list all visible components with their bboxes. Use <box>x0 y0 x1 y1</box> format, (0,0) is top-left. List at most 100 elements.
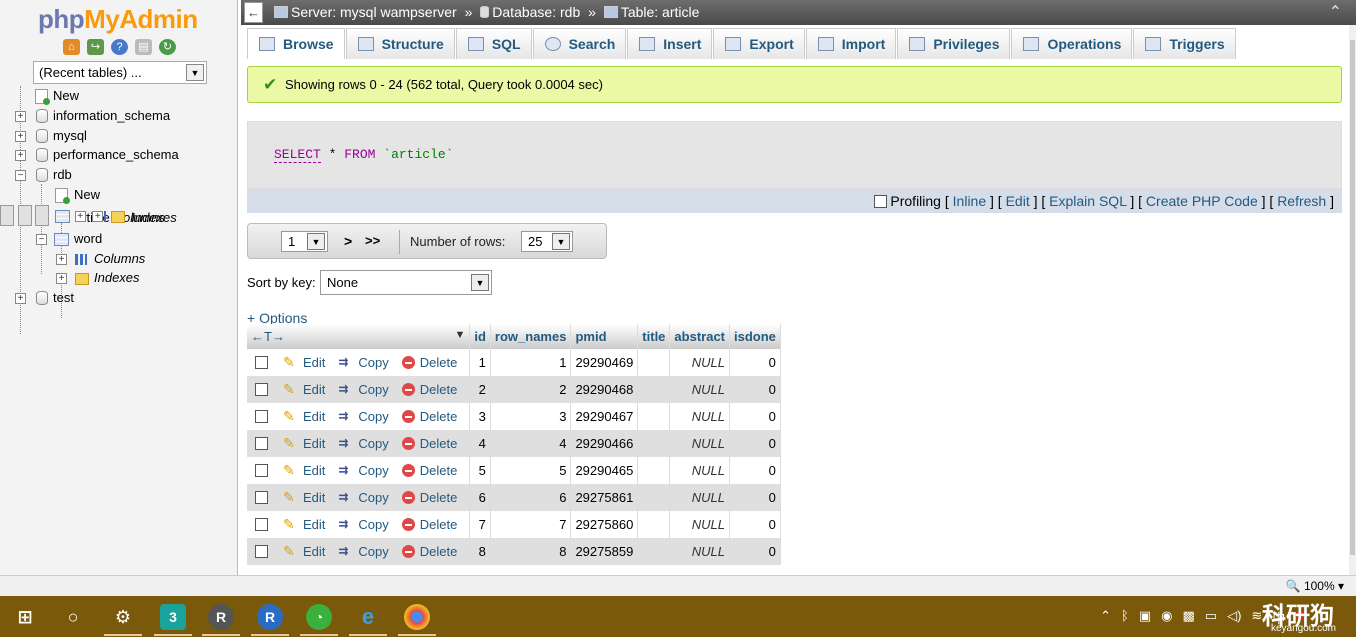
logout-icon[interactable]: ↪ <box>87 39 104 55</box>
cell-title[interactable] <box>637 349 671 376</box>
cell-isdone[interactable]: 0 <box>729 349 781 376</box>
tray-expand-icon[interactable]: ⌃ <box>1100 608 1111 627</box>
edit-link[interactable]: Edit <box>303 436 325 451</box>
chevron-down-icon[interactable]: ▼ <box>454 329 465 341</box>
battery-icon[interactable]: ▭ <box>1205 608 1217 627</box>
home-icon[interactable]: ⌂ <box>63 39 80 55</box>
breadcrumb-server[interactable]: Server: mysql wampserver <box>291 4 457 20</box>
row-checkbox[interactable] <box>255 464 268 477</box>
row-checkbox[interactable] <box>255 518 268 531</box>
cell-id[interactable]: 4 <box>469 430 491 457</box>
copy-link[interactable]: Copy <box>358 490 388 505</box>
copy-link[interactable]: Copy <box>358 409 388 424</box>
cell-title[interactable] <box>637 538 671 565</box>
app-3-icon[interactable]: 3 <box>160 604 186 630</box>
cell-pmid[interactable]: 29290466 <box>570 430 639 457</box>
copy-link[interactable]: Copy <box>358 436 388 451</box>
tree-item-article[interactable]: − article <box>0 204 110 226</box>
cell-isdone[interactable]: 0 <box>729 511 781 538</box>
copy-link[interactable]: Copy <box>358 544 388 559</box>
zoom-level[interactable]: 🔍 100% ▾ <box>1286 579 1344 593</box>
expand-icon[interactable]: + <box>15 130 26 142</box>
tree-item-article-columns[interactable]: + Columns <box>17 204 165 226</box>
delete-link[interactable]: Delete <box>420 436 458 451</box>
chevron-down-icon[interactable]: ▼ <box>307 233 325 250</box>
tree-item-rdb[interactable]: − rdb <box>0 165 238 185</box>
chrome-icon[interactable] <box>404 604 430 630</box>
cell-pmid[interactable]: 29290468 <box>570 376 639 403</box>
cell-title[interactable] <box>637 511 671 538</box>
tab-structure[interactable]: Structure <box>345 28 455 59</box>
tree-item-word-indexes[interactable]: + Indexes <box>0 268 238 288</box>
expand-icon[interactable]: + <box>15 150 26 162</box>
delete-link[interactable]: Delete <box>420 382 458 397</box>
edit-link[interactable]: Edit <box>303 409 325 424</box>
cell-row-names[interactable]: 5 <box>490 457 572 484</box>
expand-icon[interactable]: + <box>92 210 104 222</box>
tab-export[interactable]: Export <box>713 28 805 59</box>
tree-item-mysql[interactable]: + mysql <box>0 126 238 146</box>
refresh-link[interactable]: Refresh <box>1277 193 1326 209</box>
edit-link[interactable]: Edit <box>303 463 325 478</box>
copy-link[interactable]: Copy <box>358 463 388 478</box>
tab-insert[interactable]: Insert <box>627 28 713 59</box>
delete-link[interactable]: Delete <box>420 463 458 478</box>
edit-link[interactable]: Edit <box>303 490 325 505</box>
cell-title[interactable] <box>637 457 671 484</box>
column-header-pmid[interactable]: pmid <box>570 324 639 349</box>
cell-pmid[interactable]: 29290469 <box>570 349 639 376</box>
cell-pmid[interactable]: 29275861 <box>570 484 639 511</box>
column-header-abstract[interactable]: abstract <box>669 324 730 349</box>
docs-icon[interactable]: ▤ <box>135 39 152 55</box>
cell-id[interactable]: 6 <box>469 484 491 511</box>
breadcrumb-database[interactable]: Database: rdb <box>492 4 580 20</box>
create-php-code-link[interactable]: Create PHP Code <box>1146 193 1258 209</box>
cell-isdone[interactable]: 0 <box>729 376 781 403</box>
tree-item-word-columns[interactable]: + Columns <box>0 249 238 269</box>
row-checkbox[interactable] <box>255 545 268 558</box>
settings-gear-icon[interactable]: ⚙ <box>110 604 136 630</box>
tab-sql[interactable]: SQL <box>455 28 532 59</box>
breadcrumb-table[interactable]: Table: article <box>621 4 700 20</box>
delete-link[interactable]: Delete <box>420 409 458 424</box>
tree-item-word[interactable]: − word <box>0 229 238 249</box>
cell-abstract[interactable]: NULL <box>669 403 730 430</box>
recent-tables-select[interactable]: (Recent tables) ... ▼ <box>33 61 207 84</box>
column-header-title[interactable]: title <box>637 324 671 349</box>
tab-browse[interactable]: Browse <box>247 28 345 59</box>
cell-isdone[interactable]: 0 <box>729 484 781 511</box>
edit-link[interactable]: Edit <box>303 382 325 397</box>
cell-pmid[interactable]: 29290467 <box>570 403 639 430</box>
tree-item-article-indexes[interactable]: + Indexes <box>35 204 177 226</box>
cell-title[interactable] <box>637 484 671 511</box>
cell-title[interactable] <box>637 376 671 403</box>
cell-id[interactable]: 5 <box>469 457 491 484</box>
chevron-down-icon[interactable]: ▼ <box>471 274 489 291</box>
tree-item-rdb-new[interactable]: New <box>0 185 238 205</box>
vertical-scrollbar[interactable] <box>1349 25 1356 575</box>
cell-pmid[interactable]: 29290465 <box>570 457 639 484</box>
tree-item-test[interactable]: + test <box>0 288 238 308</box>
tree-item-performance-schema[interactable]: + performance_schema <box>0 145 238 165</box>
cell-id[interactable]: 7 <box>469 511 491 538</box>
help-icon[interactable]: ? <box>111 39 128 55</box>
collapse-icon[interactable]: − <box>36 233 47 245</box>
expand-icon[interactable]: + <box>56 253 67 265</box>
edit-sql-link[interactable]: Edit <box>1006 193 1030 209</box>
tray-app-icon[interactable]: ▣ <box>1139 608 1151 627</box>
cortana-icon[interactable]: ○ <box>60 604 86 630</box>
sql-keyword[interactable]: SELECT <box>274 147 321 163</box>
rstudio-icon[interactable]: R <box>208 604 234 630</box>
profiling-checkbox[interactable] <box>874 195 888 208</box>
cell-abstract[interactable]: NULL <box>669 430 730 457</box>
cell-abstract[interactable]: NULL <box>669 349 730 376</box>
cell-row-names[interactable]: 4 <box>490 430 572 457</box>
reload-icon[interactable]: ↻ <box>159 39 176 55</box>
nvidia-icon[interactable]: ▩ <box>1182 608 1194 627</box>
edit-link[interactable]: Edit <box>303 355 325 370</box>
delete-link[interactable]: Delete <box>420 517 458 532</box>
cell-id[interactable]: 1 <box>469 349 491 376</box>
cell-isdone[interactable]: 0 <box>729 430 781 457</box>
phpmyadmin-logo[interactable]: phpMyAdmin <box>38 4 198 35</box>
cell-title[interactable] <box>637 403 671 430</box>
